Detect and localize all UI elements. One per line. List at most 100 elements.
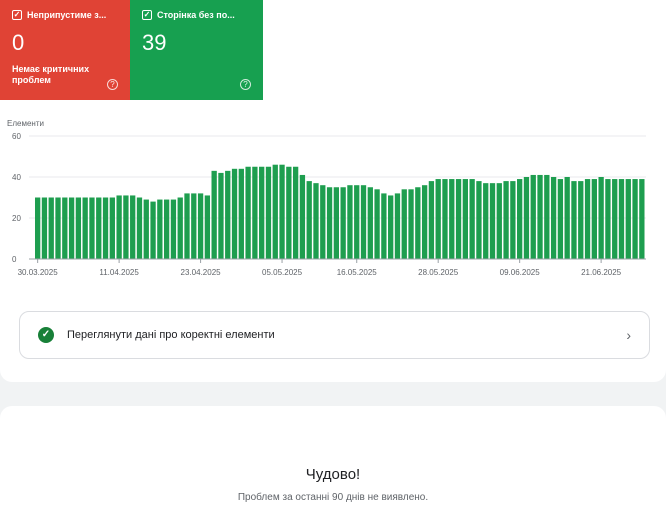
chart-bar [35,197,41,259]
tile-value: 0 [12,30,25,55]
chart-bar [517,179,523,259]
chart-bar [510,181,516,259]
chart-bar [394,193,401,259]
chart-bar [197,193,204,259]
chart-bar [483,183,489,259]
chart-bar [591,179,597,259]
chart-bar [333,187,340,259]
chart-bar [598,177,604,259]
chart-bar [564,177,570,259]
chart-bar [401,189,407,259]
y-tick-label: 20 [12,214,21,223]
chart-bar [218,172,224,259]
chart-bar [489,183,496,259]
chart-bar [421,185,428,259]
chart-bar [544,174,550,259]
y-tick-label: 60 [12,132,21,141]
chart-bar [326,187,333,259]
chart-bar [163,199,170,259]
checkbox-icon[interactable]: ✓ [12,10,22,20]
chart-bar [259,166,265,259]
tile-subtitle: Немає критичних проблем [12,64,90,85]
tile-title: Неприпустиме з... [27,10,107,20]
chart-bar [530,174,536,259]
chart-bar [584,179,591,259]
chart-bar [286,166,292,259]
chart-bar [68,197,75,259]
x-tick-label: 11.04.2025 [99,268,139,277]
chart-bar [204,195,211,259]
valid-items-tile[interactable]: ✓ Сторінка без по... 39 ? [130,0,263,100]
chart-bar [123,195,129,259]
chart-bar [496,183,502,259]
chart-bar [428,181,435,259]
y-tick-label: 40 [12,173,21,182]
chart-bar [62,197,68,259]
chart-bar [238,168,244,259]
chart-bar [442,179,448,259]
help-circle-icon[interactable]: ? [240,79,251,90]
summary-card: ✓ Неприпустиме з... 0 Немає критичних пр… [0,0,666,382]
y-axis-label: Елементи [7,119,44,128]
help-circle-icon[interactable]: ? [107,79,118,90]
x-tick-label: 16.05.2025 [337,268,378,277]
chart-bar [476,181,482,259]
chart-bar [625,179,631,259]
chart-bar [449,179,455,259]
chart-bar [272,164,278,259]
chart-bar [245,166,251,259]
status-subtitle: Проблем за останні 90 днів не виявлено. [237,492,429,503]
chart-bar [639,179,645,259]
x-tick-label: 28.05.2025 [418,268,459,277]
chart-bar [388,195,394,259]
chart-bar [292,166,299,259]
chart-bar [299,174,306,259]
chart-bar [225,170,231,259]
link-label: Переглянути дані про коректні елементи [67,329,275,341]
chart-bar [347,185,353,259]
chart-bar [320,185,326,259]
chart-bar [170,199,177,259]
x-tick-label: 30.03.2025 [18,268,59,277]
chart-bar [469,179,475,259]
chart-bar [415,187,421,259]
chart-bar [381,193,387,259]
chart-bar [130,195,136,259]
chart-bar [136,197,143,259]
chart-bar [279,164,285,259]
chart-bar [360,185,367,259]
chart-bar [150,201,156,259]
x-tick-label: 23.04.2025 [181,268,222,277]
chart-bar [367,187,373,259]
chart-bar [89,197,95,259]
chart-bar [211,170,217,259]
chevron-right-icon: › [626,327,631,343]
chart-bar [537,174,543,259]
chart-bar [265,166,272,259]
chart-bar [55,197,61,259]
x-tick-label: 05.05.2025 [262,268,303,277]
chart-bar [503,181,509,259]
chart-bar [82,197,88,259]
chart-bar [340,187,346,259]
check-circle-icon: ✓ [38,327,54,343]
chart-bar [143,199,149,259]
chart-bar [41,197,48,259]
tile-value: 39 [142,30,167,55]
invalid-items-tile[interactable]: ✓ Неприпустиме з... 0 Немає критичних пр… [0,0,130,100]
y-tick-label: 0 [12,255,17,264]
chart-bar [96,197,102,259]
chart-bar [313,183,319,259]
chart-bar [354,185,360,259]
view-valid-items-link[interactable]: ✓ Переглянути дані про коректні елементи… [19,311,650,359]
chart-bar [557,179,564,259]
chart-bar [177,197,183,259]
tile-title: Сторінка без по... [157,10,235,20]
chart-bar [306,181,312,259]
chart-bar [550,177,557,259]
chart-bar [102,197,109,259]
chart-bar [408,189,414,259]
chart-bar [75,197,82,259]
checkbox-icon[interactable]: ✓ [142,10,152,20]
chart-bar [48,197,54,259]
